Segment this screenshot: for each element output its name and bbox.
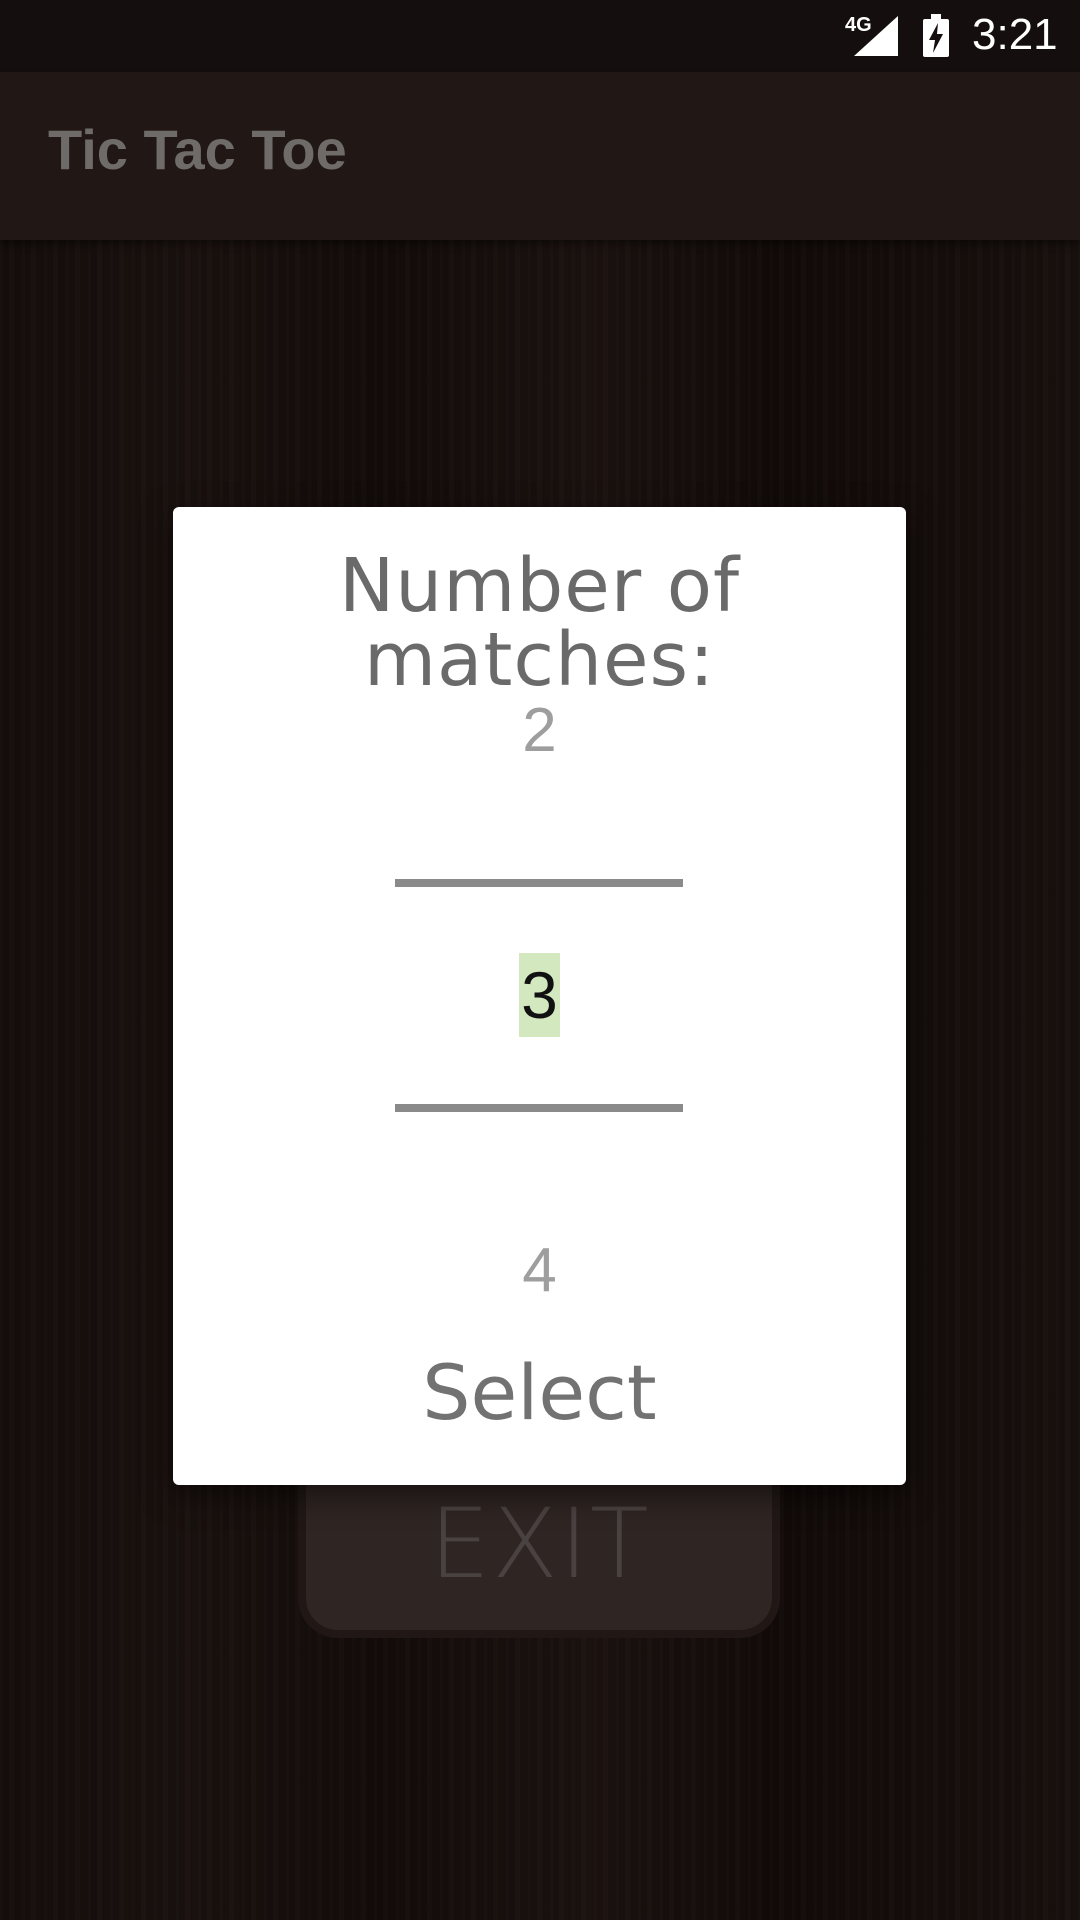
picker-next-value[interactable]: 4 [173, 1240, 906, 1302]
battery-charging-icon [923, 14, 949, 57]
match-count-dialog: Number of matches: 2 3 4 Select [173, 507, 906, 1485]
picker-divider-bottom [395, 1104, 683, 1112]
picker-previous-value[interactable]: 2 [173, 700, 906, 762]
exit-button-label: EXIT [429, 1488, 651, 1600]
status-bar: 4G 3:21 [0, 0, 1080, 72]
picker-selected-row[interactable]: 3 [173, 953, 906, 1037]
select-button[interactable]: Select [173, 1355, 906, 1431]
dialog-title: Number of matches: [338, 543, 741, 703]
picker-selected-value[interactable]: 3 [519, 953, 560, 1037]
signal-icon [854, 16, 898, 56]
app-title: Tic Tac Toe [48, 118, 347, 181]
clock: 3:21 [972, 10, 1058, 59]
picker-divider-top [395, 879, 683, 887]
